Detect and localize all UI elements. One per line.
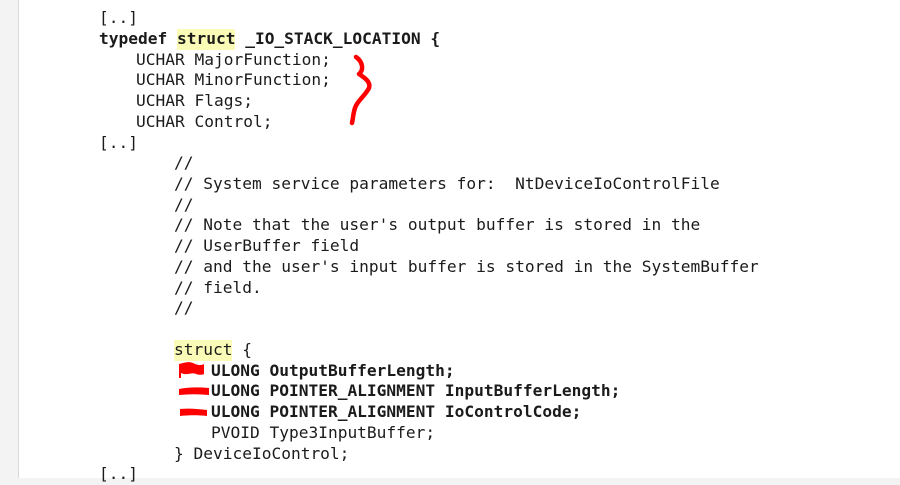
red-underline-mark-icon [179, 387, 209, 395]
field-line: UCHAR MinorFunction; [136, 70, 331, 89]
struct-declaration-line: typedef struct _IO_STACK_LOCATION { [99, 29, 441, 50]
struct-close-line: } DeviceIoControl; [174, 444, 350, 463]
field-line: PVOID Type3InputBuffer; [211, 423, 436, 442]
red-brace-annotation-icon [349, 54, 372, 126]
ellipsis-line: [..] [99, 464, 138, 483]
red-underline-mark-icon [180, 408, 207, 416]
struct-keyword-highlight: struct [176, 29, 236, 50]
highlighted-field-line: ULONG POINTER_ALIGNMENT InputBufferLengt… [211, 381, 621, 400]
document-page: [..] typedef struct _IO_STACK_LOCATION {… [18, 0, 900, 483]
comment-line: // [174, 195, 194, 214]
comment-line: // and the user's input buffer is stored… [174, 257, 759, 276]
field-line: UCHAR MajorFunction; [136, 50, 331, 69]
red-flag-mark-icon [179, 362, 204, 378]
highlighted-field-line: ULONG POINTER_ALIGNMENT IoControlCode; [211, 402, 582, 421]
ellipsis-line: [..] [99, 133, 138, 152]
comment-line: // field. [174, 278, 262, 297]
comment-line: // Note that the user's output buffer is… [174, 215, 701, 234]
struct-keyword-highlight: struct [174, 340, 233, 361]
comment-line: // [174, 153, 194, 172]
field-line: UCHAR Flags; [136, 91, 253, 110]
ellipsis-line: [..] [99, 8, 138, 27]
comment-line: // [174, 298, 194, 317]
comment-line: // System service parameters for: NtDevi… [174, 174, 720, 193]
inner-struct-line: struct { [174, 340, 252, 361]
field-line: UCHAR Control; [136, 112, 273, 131]
comment-line: // UserBuffer field [174, 236, 360, 255]
highlighted-field-line: ULONG OutputBufferLength; [211, 361, 455, 380]
